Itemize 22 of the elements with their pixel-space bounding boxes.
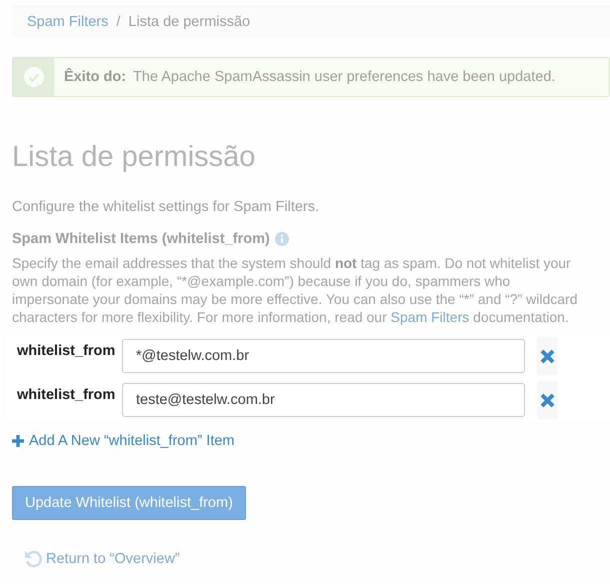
email-input[interactable]: *@testelw.com.br (122, 339, 525, 373)
breadcrumb-link[interactable]: Spam Filters (27, 14, 108, 30)
close-icon[interactable] (540, 348, 554, 364)
check-circle-icon (24, 67, 44, 87)
field-label: whitelist_from (16, 342, 116, 359)
update-whitelist-button[interactable]: Update Whitelist (whitelist_from) (12, 486, 246, 520)
add-item-link[interactable]: Add A New “whitelist_from” Item (12, 431, 234, 451)
breadcrumb-separator: / (116, 14, 120, 30)
close-icon[interactable] (540, 392, 554, 408)
plus-icon (12, 435, 24, 447)
undo-icon (24, 550, 42, 568)
email-input[interactable]: teste@testelw.com.br (122, 383, 525, 417)
alert-label: Êxito do: (64, 69, 126, 85)
field-label: whitelist_from (16, 386, 116, 403)
page-description: Configure the whitelist settings for Spam Filters. (12, 199, 320, 215)
spam-filters-link[interactable]: Spam Filters (390, 309, 470, 325)
section-heading: Spam Whitelist Items (whitelist_from) (12, 231, 270, 247)
breadcrumb-current: Lista de permissão (128, 14, 250, 30)
return-link[interactable]: Return to “Overview” (24, 550, 180, 568)
page-title: Lista de permissão (12, 141, 256, 175)
alert-message: The Apache SpamAssassin user preferences have been updated. (133, 69, 556, 85)
help-paragraph: Specify the email addresses that the system should not tag as spam. Do not whitelist your own domain (for example, “*@example.com”) because if you do, spammers who impersonate your domains may be more effective. You can also use the “*” and “?” wildcard characters for more flexibility. For more information, read our Spam Filters documentation. (12, 254, 578, 326)
